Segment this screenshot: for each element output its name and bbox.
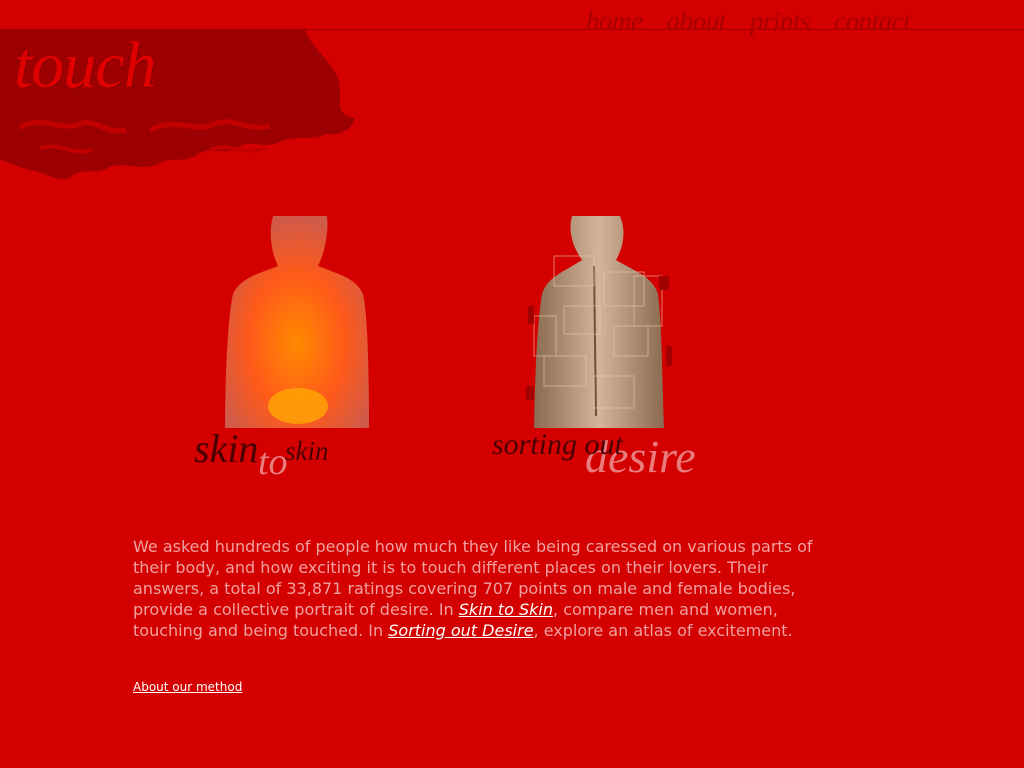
site-logo[interactable]: touch	[14, 28, 157, 104]
intro-text-3: , explore an atlas of excitement.	[533, 621, 793, 640]
about-method-link[interactable]: About our method	[133, 680, 242, 694]
nav-contact-link[interactable]: contact	[834, 6, 910, 36]
skin-to-skin-link[interactable]: Skin to Skin	[459, 600, 553, 619]
caption-sorting-out[interactable]: sorting out	[492, 428, 623, 462]
caption-skin-first[interactable]: skin	[194, 425, 258, 472]
caption-to[interactable]: to	[258, 440, 288, 484]
sorting-out-desire-mosaic-figure[interactable]	[524, 216, 679, 428]
caption-skin-second[interactable]: skin	[285, 436, 329, 467]
skin-to-skin-heatmap-figure[interactable]	[220, 216, 375, 428]
nav-home-link[interactable]: home	[586, 6, 643, 36]
main-nav: home about prints contact	[586, 6, 928, 37]
intro-paragraph: We asked hundreds of people how much the…	[133, 536, 833, 641]
nav-about-link[interactable]: about	[667, 6, 727, 36]
sorting-out-desire-link[interactable]: Sorting out Desire	[388, 621, 533, 640]
nav-prints-link[interactable]: prints	[750, 6, 811, 36]
